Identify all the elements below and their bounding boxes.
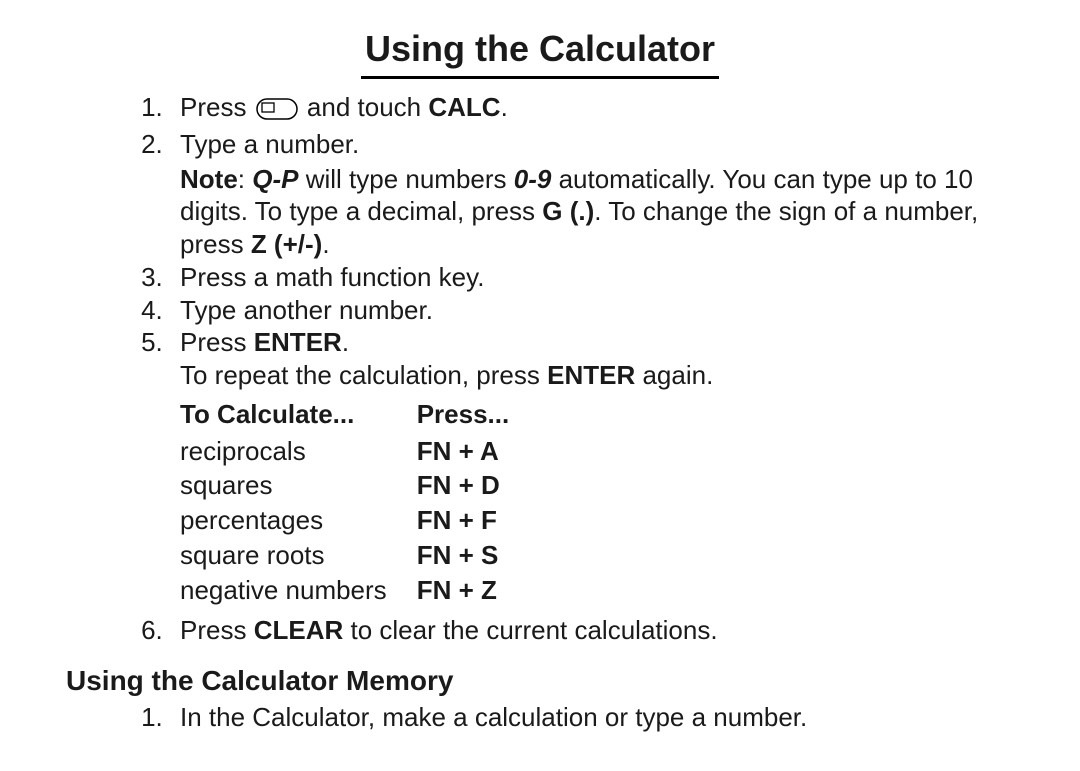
step-2: Type a number. Note: Q-P will type numbe… bbox=[170, 128, 1020, 261]
step-1-text-b: and touch bbox=[307, 92, 428, 122]
step-1: Press and touch CALC. bbox=[170, 91, 1020, 128]
note-label: Note bbox=[180, 164, 238, 194]
note-a: : bbox=[238, 164, 252, 194]
table-key: FN + A bbox=[417, 435, 540, 470]
step-4: Type another number. bbox=[170, 294, 1020, 327]
step-1-text-c: . bbox=[501, 92, 508, 122]
table-key: FN + Z bbox=[417, 574, 540, 609]
table-label: reciprocals bbox=[180, 435, 417, 470]
step-5-text-a: Press bbox=[180, 327, 254, 357]
step-2-text: Type a number. bbox=[180, 129, 359, 159]
clear-key-label: CLEAR bbox=[254, 615, 344, 645]
note-qp: Q-P bbox=[252, 164, 298, 194]
memory-step-1: In the Calculator, make a calculation or… bbox=[170, 701, 1020, 734]
step-5-repeat: To repeat the calculation, press ENTER a… bbox=[180, 359, 1020, 392]
document-page: Using the Calculator Press and touch CAL… bbox=[0, 0, 1080, 754]
table-key: FN + S bbox=[417, 539, 540, 574]
enter-key-label-2: ENTER bbox=[547, 360, 635, 390]
table-label: square roots bbox=[180, 539, 417, 574]
table-row: negative numbers FN + Z bbox=[180, 574, 539, 609]
table-label: squares bbox=[180, 469, 417, 504]
function-table: To Calculate... Press... reciprocals FN … bbox=[180, 398, 539, 609]
memory-steps-list: In the Calculator, make a calculation or… bbox=[60, 701, 1020, 734]
table-row: square roots FN + S bbox=[180, 539, 539, 574]
section-heading-memory: Using the Calculator Memory bbox=[66, 665, 1020, 697]
step-6: Press CLEAR to clear the current calcula… bbox=[170, 614, 1020, 647]
table-row: reciprocals FN + A bbox=[180, 435, 539, 470]
table-row: percentages FN + F bbox=[180, 504, 539, 539]
table-header-row: To Calculate... Press... bbox=[180, 398, 539, 435]
step-1-text-a: Press bbox=[180, 92, 254, 122]
note-g-key: G (.) bbox=[542, 196, 594, 226]
memory-step-1-text: In the Calculator, make a calculation or… bbox=[180, 702, 807, 732]
steps-list: Press and touch CALC. Type a number. Not… bbox=[60, 91, 1020, 647]
table-key: FN + F bbox=[417, 504, 540, 539]
table-label: negative numbers bbox=[180, 574, 417, 609]
note-e: . bbox=[322, 229, 329, 259]
step-5-rep-a: To repeat the calculation, press bbox=[180, 360, 547, 390]
note-z-key: Z (+/-) bbox=[251, 229, 323, 259]
calc-key-label: CALC bbox=[428, 92, 500, 122]
step-4-text: Type another number. bbox=[180, 295, 433, 325]
step-3: Press a math function key. bbox=[170, 261, 1020, 294]
step-5-text-b: . bbox=[342, 327, 349, 357]
page-title: Using the Calculator bbox=[60, 28, 1020, 79]
step-3-text: Press a math function key. bbox=[180, 262, 484, 292]
step-5: Press ENTER. To repeat the calculation, … bbox=[170, 326, 1020, 608]
step-2-note: Note: Q-P will type numbers 0-9 automati… bbox=[180, 163, 1020, 261]
enter-key-label: ENTER bbox=[254, 327, 342, 357]
step-5-rep-b: again. bbox=[635, 360, 713, 390]
table-header-press: Press... bbox=[417, 398, 540, 435]
screen-key-icon bbox=[256, 95, 298, 128]
page-title-text: Using the Calculator bbox=[361, 28, 719, 79]
step-6-text-a: Press bbox=[180, 615, 254, 645]
note-09: 0-9 bbox=[514, 164, 552, 194]
table-label: percentages bbox=[180, 504, 417, 539]
table-header-calc: To Calculate... bbox=[180, 398, 417, 435]
table-row: squares FN + D bbox=[180, 469, 539, 504]
step-6-text-b: to clear the current calculations. bbox=[343, 615, 717, 645]
table-key: FN + D bbox=[417, 469, 540, 504]
note-b: will type numbers bbox=[298, 164, 513, 194]
